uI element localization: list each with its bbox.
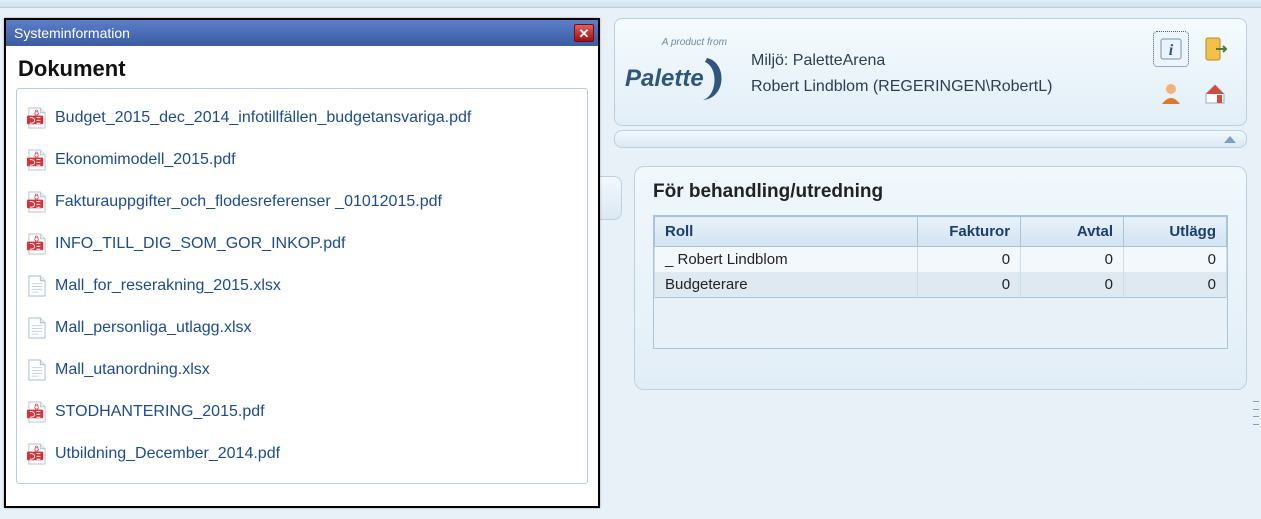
pdf-icon <box>27 191 47 213</box>
document-name: INFO_TILL_DIG_SOM_GOR_INKOP.pdf <box>55 235 345 253</box>
document-name: Mall_personliga_utlagg.xlsx <box>55 319 252 337</box>
resize-gripper-icon[interactable] <box>1251 398 1261 428</box>
window-top-strip <box>0 0 1261 8</box>
pdf-icon <box>27 443 47 465</box>
document-name: Mall_utanordning.xlsx <box>55 361 210 379</box>
pdf-icon <box>27 107 47 129</box>
chevron-up-icon <box>1224 136 1236 143</box>
dialog-heading: Dokument <box>18 56 588 82</box>
cell-avtal: 0 <box>1021 272 1124 298</box>
file-icon <box>27 275 47 297</box>
document-name: Fakturauppgifter_och_flodesreferenser _0… <box>55 193 442 211</box>
document-link[interactable]: INFO_TILL_DIG_SOM_GOR_INKOP.pdf <box>23 223 581 265</box>
document-name: Budget_2015_dec_2014_infotillfällen_budg… <box>55 109 471 127</box>
document-link[interactable]: Ekonomimodell_2015.pdf <box>23 139 581 181</box>
dialog-titlebar[interactable]: Systeminformation ✕ <box>6 20 598 46</box>
dialog-title: Systeminformation <box>14 25 130 41</box>
user-identity: Robert Lindblom (REGERINGEN\RobertL) <box>751 74 1136 100</box>
close-icon[interactable]: ✕ <box>574 24 594 42</box>
cell-utlagg: 0 <box>1124 272 1227 298</box>
brand-tagline: A product from <box>662 37 727 48</box>
document-name: Mall_for_reserakning_2015.xlsx <box>55 277 281 295</box>
document-link[interactable]: Fakturauppgifter_och_flodesreferenser _0… <box>23 181 581 223</box>
document-name: Ekonomimodell_2015.pdf <box>55 151 236 169</box>
env-label: Miljö: <box>751 52 793 69</box>
pdf-icon <box>27 233 47 255</box>
cell-roll: Budgeterare <box>655 272 918 298</box>
system-information-dialog: Systeminformation ✕ Dokument Budget_2015… <box>4 18 600 508</box>
side-tab-handle[interactable] <box>600 176 622 220</box>
processing-panel: För behandling/utredning Roll Fakturor A… <box>634 166 1247 390</box>
panel-title: För behandling/utredning <box>653 181 1228 203</box>
app-header: A product from Palette Miljö: PaletteAre… <box>614 18 1247 126</box>
document-link[interactable]: Utbildning_December_2014.pdf <box>23 433 581 475</box>
document-list: Budget_2015_dec_2014_infotillfällen_budg… <box>16 88 588 484</box>
cell-utlagg: 0 <box>1124 247 1227 273</box>
cell-roll: _ Robert Lindblom <box>655 247 918 273</box>
document-link[interactable]: Mall_for_reserakning_2015.xlsx <box>23 265 581 307</box>
table-row[interactable]: Budgeterare000 <box>655 272 1227 298</box>
file-icon <box>27 317 47 339</box>
document-name: Utbildning_December_2014.pdf <box>55 445 280 463</box>
svg-text:i: i <box>1169 42 1174 59</box>
cell-fakturor: 0 <box>918 247 1021 273</box>
info-icon[interactable]: i <box>1154 32 1188 66</box>
document-link[interactable]: Mall_utanordning.xlsx <box>23 349 581 391</box>
collapse-bar[interactable] <box>614 130 1247 148</box>
brand-logo: A product from Palette <box>623 37 733 108</box>
document-name: STODHANTERING_2015.pdf <box>55 403 265 421</box>
col-fakturor[interactable]: Fakturor <box>918 217 1021 247</box>
file-icon <box>27 359 47 381</box>
user-info: Miljö: PaletteArena Robert Lindblom (REG… <box>751 44 1136 99</box>
home-icon[interactable] <box>1198 76 1232 110</box>
document-link[interactable]: Budget_2015_dec_2014_infotillfällen_budg… <box>23 97 581 139</box>
document-link[interactable]: Mall_personliga_utlagg.xlsx <box>23 307 581 349</box>
processing-table: Roll Fakturor Avtal Utlägg _ Robert Lind… <box>654 216 1227 298</box>
col-utlagg[interactable]: Utlägg <box>1124 217 1227 247</box>
env-value: PaletteArena <box>793 52 886 69</box>
table-header-row: Roll Fakturor Avtal Utlägg <box>655 217 1227 247</box>
cell-fakturor: 0 <box>918 272 1021 298</box>
cell-avtal: 0 <box>1021 247 1124 273</box>
document-link[interactable]: STODHANTERING_2015.pdf <box>23 391 581 433</box>
pdf-icon <box>27 149 47 171</box>
col-avtal[interactable]: Avtal <box>1021 217 1124 247</box>
pdf-icon <box>27 401 47 423</box>
logout-icon[interactable] <box>1198 32 1232 66</box>
brand-word: Palette <box>625 65 704 92</box>
user-icon[interactable] <box>1154 76 1188 110</box>
table-row[interactable]: _ Robert Lindblom000 <box>655 247 1227 273</box>
col-roll[interactable]: Roll <box>655 217 918 247</box>
